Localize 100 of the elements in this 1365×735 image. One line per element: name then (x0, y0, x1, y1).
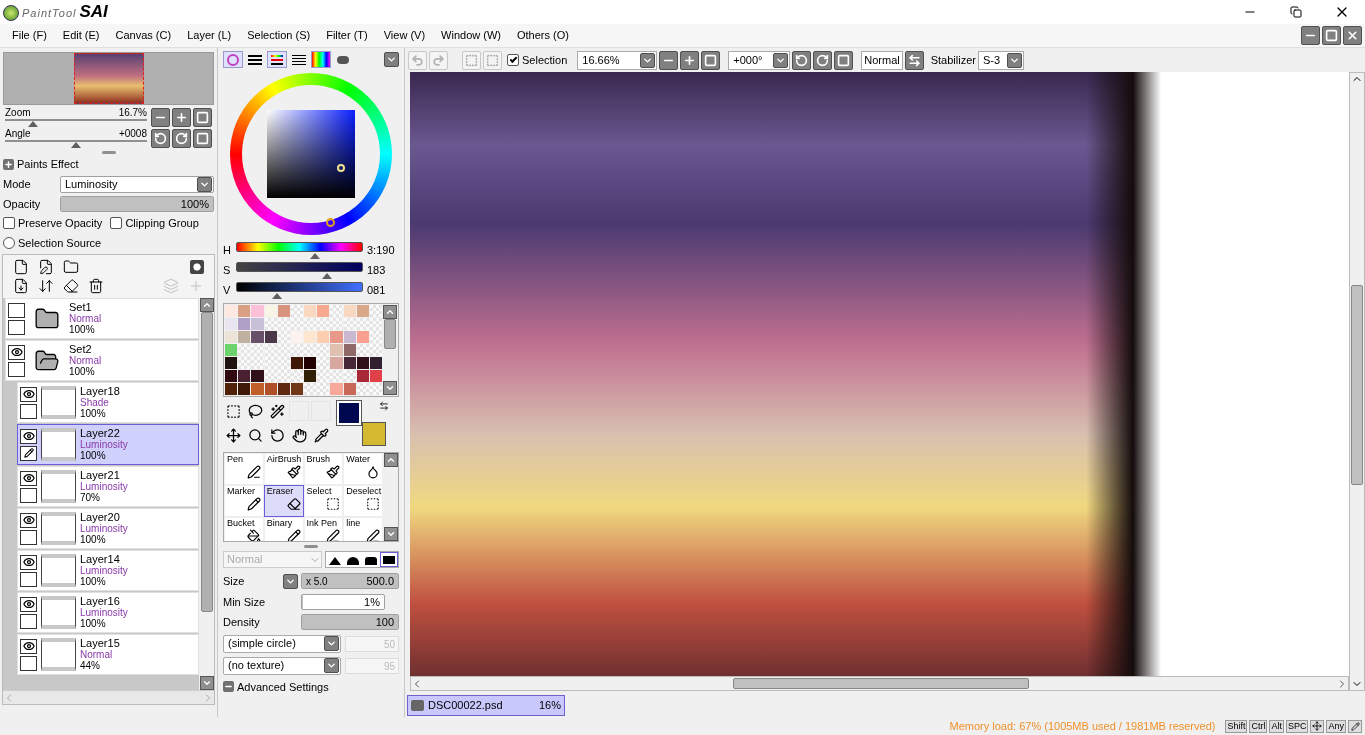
logo-text: PaintTool (22, 5, 77, 21)
layer-name: Layer21 (80, 470, 120, 481)
layer-name: Layer14 (80, 554, 120, 565)
layer-opacity: 100% (69, 366, 96, 377)
selection-label: Selection (522, 52, 568, 68)
layer-opacity: 100% (80, 450, 106, 461)
menu-item[interactable]: Canvas (C) (107, 27, 180, 44)
blend-mode: Normal (80, 649, 113, 660)
mode-label: Mode (3, 176, 32, 192)
document-tab[interactable]: DSC00022.psd 16% (407, 695, 565, 716)
layer-name: Layer22 (80, 428, 120, 439)
menu-item[interactable]: File (F) (4, 27, 55, 44)
blend-mode: Normal (69, 313, 102, 324)
layer-opacity: 70% (80, 492, 100, 503)
layer-row[interactable]: Layer16 Luminosity 100% (17, 592, 199, 633)
layer-row[interactable]: Layer20 Luminosity 100% (17, 508, 199, 549)
key-indicator: Any (1326, 719, 1346, 733)
blend-mode: Luminosity (80, 565, 128, 576)
key-indicator: SPC (1285, 719, 1309, 733)
brush-tool[interactable]: AirBrush (263, 453, 304, 485)
menu-item[interactable]: Layer (L) (179, 27, 240, 44)
menu-item[interactable]: Edit (E) (54, 27, 108, 44)
brush-tool[interactable]: Brush (303, 453, 344, 485)
logo-brand: SAI (79, 3, 108, 21)
memory-status: Memory load: 67% (1005MB used / 1981MB reserved) (949, 718, 1216, 734)
size-multiplier: x 5.0 (306, 574, 328, 589)
section-title: Advanced Settings (237, 679, 329, 695)
size-slider[interactable]: x 5.0 500.0 (301, 573, 399, 590)
blend-mode: Shade (80, 397, 109, 408)
stabilizer-label: Stabilizer (930, 52, 976, 68)
angle-value: +0008 (118, 128, 147, 140)
menu-item[interactable]: Window (W) (433, 27, 509, 44)
document-zoom: 16% (538, 698, 561, 714)
layer-opacity: 100% (80, 576, 106, 587)
layer-row[interactable]: Layer22 Luminosity 100% (17, 424, 199, 465)
section-title: Paints Effect (17, 157, 79, 172)
mode-dropdown[interactable]: Luminosity (60, 175, 214, 193)
layer-name: Layer20 (80, 512, 120, 523)
layer-row[interactable]: Set2 Normal 100% (5, 340, 199, 381)
layer-row[interactable]: Set1 Normal 100% (5, 298, 199, 339)
layer-name: Layer15 (80, 638, 120, 649)
layer-name: Layer18 (80, 386, 120, 397)
checkbox-label: Preserve Opacity (18, 216, 103, 231)
layer-name: Layer16 (80, 596, 120, 607)
menu-item[interactable]: Others (O) (508, 27, 577, 44)
stabilizer-dropdown[interactable]: S-3 (977, 50, 1024, 70)
layer-name: Set2 (69, 344, 93, 355)
brush-tool[interactable]: Deselect (343, 485, 383, 517)
layer-opacity: 100% (80, 534, 106, 545)
blend-mode: Luminosity (80, 607, 128, 618)
checkbox-label: Clipping Group (125, 216, 199, 231)
brush-tool[interactable]: Pen (224, 453, 264, 485)
layer-name: Set1 (69, 302, 93, 313)
opacity-slider[interactable]: 100% (60, 195, 214, 212)
density-value: 100 (375, 615, 394, 630)
brush-tool[interactable]: Eraser (263, 485, 304, 517)
layer-opacity: 100% (69, 324, 96, 335)
size-value: 500.0 (366, 574, 394, 589)
menu-item[interactable]: Selection (S) (239, 27, 319, 44)
layer-row[interactable]: Layer14 Luminosity 100% (17, 550, 199, 591)
layer-row[interactable]: Layer15 Normal 44% (17, 634, 199, 675)
document-name: DSC00022.psd (428, 698, 503, 714)
channel-label: H (223, 243, 232, 259)
key-indicator: Shift (1225, 719, 1248, 733)
texture-dropdown[interactable]: (no texture) (223, 656, 341, 675)
angle-label: Angle (5, 128, 31, 140)
key-indicator: Ctrl (1249, 719, 1268, 733)
layer-opacity: 44% (80, 660, 101, 671)
layer-row[interactable]: Layer21 Luminosity 70% (17, 466, 199, 507)
min-size-slider[interactable]: 1% (301, 593, 385, 610)
channel-label: S (223, 263, 232, 279)
brush-shape-dropdown[interactable]: (simple circle) (223, 634, 341, 653)
menu-item[interactable]: Filter (T) (318, 27, 376, 44)
layer-opacity: 100% (80, 618, 106, 629)
channel-label: V (223, 283, 232, 299)
menu-item[interactable]: View (V) (375, 27, 434, 44)
density-label: Density (223, 615, 261, 630)
blend-mode: Luminosity (80, 523, 128, 534)
brush-tool[interactable]: Bucket (224, 517, 264, 541)
brush-tool[interactable]: Select (303, 485, 344, 517)
layer-row[interactable]: Layer18 Shade 100% (17, 382, 199, 423)
density-slider[interactable]: 100 (301, 614, 399, 631)
zoom-dropdown[interactable]: 16.66% (577, 50, 658, 70)
brush-tool[interactable]: Water (343, 453, 383, 485)
brush-tool[interactable]: Marker (224, 485, 264, 517)
blend-mode: Luminosity (80, 481, 128, 492)
channel-value: 081 (367, 283, 387, 299)
angle-dropdown[interactable]: +000° (728, 50, 791, 70)
zoom-label: Zoom (5, 107, 31, 119)
blend-mode: Normal (69, 355, 102, 366)
brush-tool[interactable]: Binary (263, 517, 304, 541)
layer-opacity: 100% (80, 408, 107, 419)
min-size-label: Min Size (223, 594, 267, 610)
view-mode-button[interactable]: Normal (861, 50, 903, 70)
channel-value: 3:190 (367, 243, 396, 259)
size-label: Size (223, 574, 246, 589)
opacity-label: Opacity (3, 196, 42, 212)
min-size-value: 1% (364, 594, 380, 610)
blend-mode: Luminosity (80, 439, 128, 450)
radio-label: Selection Source (18, 235, 102, 251)
